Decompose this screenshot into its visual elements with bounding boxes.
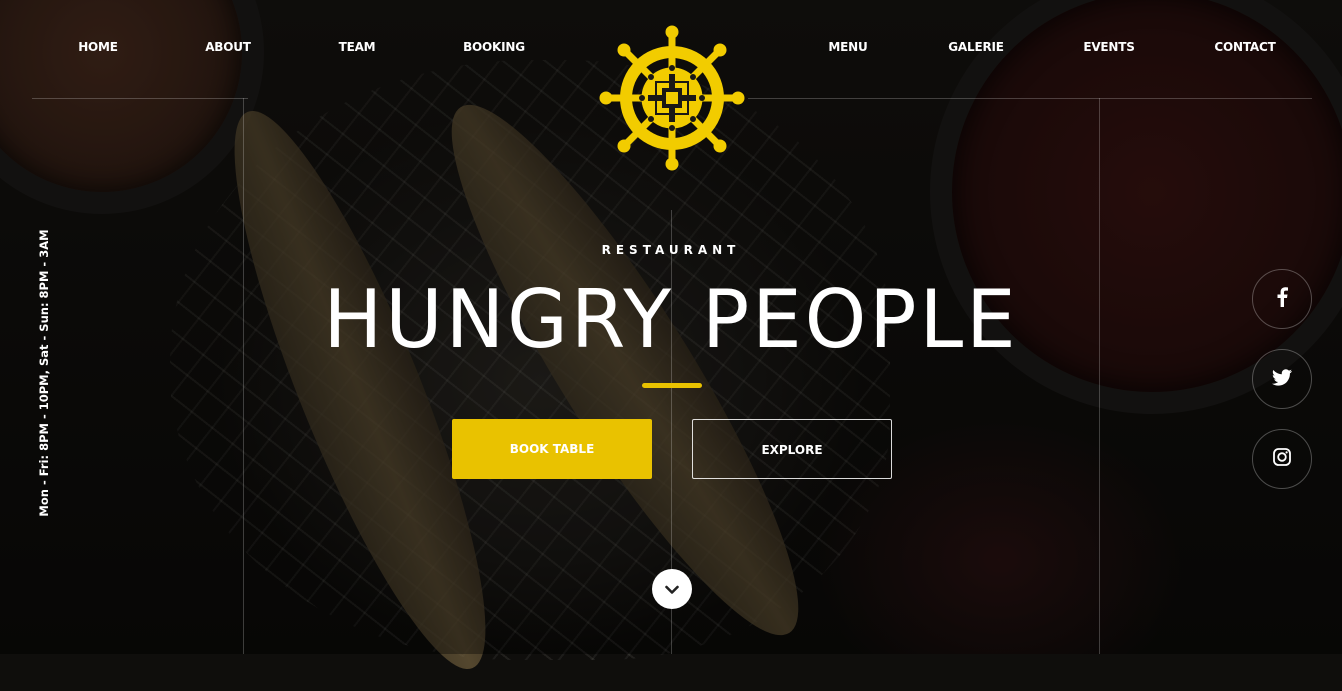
divider-line <box>243 98 244 654</box>
twitter-link[interactable] <box>1252 349 1312 409</box>
scroll-down-button[interactable] <box>652 569 692 609</box>
twitter-icon <box>1272 368 1292 390</box>
instagram-link[interactable] <box>1252 429 1312 489</box>
divider-line <box>748 98 1312 99</box>
instagram-icon <box>1273 448 1291 470</box>
hero-kicker: RESTAURANT <box>601 243 741 257</box>
opening-hours: Mon - Fri: 8PM - 10PM, Sat - Sun: 8PM - … <box>37 229 51 517</box>
title-underline <box>642 383 702 388</box>
facebook-icon <box>1275 287 1289 311</box>
nav-about[interactable]: ABOUT <box>205 40 251 54</box>
hero-title: HUNGRY PEOPLE <box>323 273 1019 366</box>
nav-menu[interactable]: MENU <box>828 40 867 54</box>
facebook-link[interactable] <box>1252 269 1312 329</box>
nav-contact[interactable]: CONTACT <box>1214 40 1275 54</box>
nav-booking[interactable]: BOOKING <box>463 40 525 54</box>
divider-line <box>1099 98 1100 654</box>
nav-galerie[interactable]: GALERIE <box>948 40 1004 54</box>
divider-line <box>32 98 248 99</box>
nav-events[interactable]: EVENTS <box>1083 40 1135 54</box>
ship-wheel-icon[interactable] <box>596 22 748 174</box>
explore-button[interactable]: EXPLORE <box>692 419 892 479</box>
nav-team[interactable]: TEAM <box>339 40 376 54</box>
chevron-down-icon <box>665 580 679 599</box>
nav-home[interactable]: HOME <box>78 40 118 54</box>
book-table-button[interactable]: BOOK TABLE <box>452 419 652 479</box>
